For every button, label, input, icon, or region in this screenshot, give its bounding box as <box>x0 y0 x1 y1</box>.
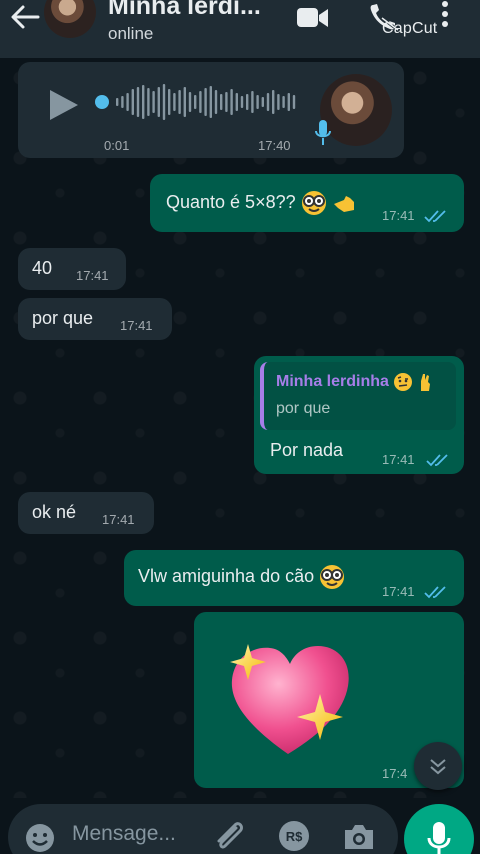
waveform-bar <box>220 94 223 110</box>
waveform-bar <box>136 87 140 117</box>
chat-header: Minha lerdi... online CapCut <box>0 0 480 58</box>
waveform-bar <box>173 93 176 111</box>
message-outgoing[interactable]: Quanto é 5×8?? 17:41 <box>150 174 464 232</box>
waveform-bar <box>131 89 134 115</box>
more-options-icon[interactable] <box>440 0 450 30</box>
read-ticks-icon <box>426 454 448 467</box>
sparkling-heart-sticker[interactable] <box>228 636 358 760</box>
waveform-bar <box>261 97 264 107</box>
message-time: 17:41 <box>120 318 153 333</box>
message-time: 17:41 <box>102 512 135 527</box>
message-time: 17:41 <box>382 584 415 599</box>
contact-name[interactable]: Minha lerdi... <box>108 0 273 21</box>
message-incoming[interactable]: 40 17:41 <box>18 248 126 290</box>
waveform-bar <box>251 91 254 113</box>
voice-message-bubble[interactable]: 0:01 17:40 <box>18 62 404 158</box>
camera-icon[interactable] <box>342 822 376 852</box>
waveform-bar <box>183 87 186 117</box>
attach-icon[interactable] <box>212 818 246 854</box>
waveform-bar <box>168 89 171 115</box>
message-time: 17:4 <box>382 766 408 781</box>
waveform-bar <box>246 94 249 110</box>
message-text: Quanto é 5×8?? <box>166 190 358 216</box>
message-input[interactable]: Mensage... <box>72 822 176 846</box>
waveform-bar <box>199 91 202 113</box>
chat-area[interactable]: 0:01 17:40 Quanto é 5×8?? 17:41 40 17:41… <box>0 58 480 798</box>
waveform-bar <box>209 86 212 118</box>
back-arrow-icon[interactable] <box>8 2 42 32</box>
waveform-bar <box>225 92 228 112</box>
read-ticks-icon <box>424 210 446 223</box>
svg-text:R$: R$ <box>286 829 303 844</box>
waveform-bar <box>256 95 259 109</box>
waveform-bar <box>214 90 218 114</box>
voice-mic-icon <box>315 120 331 145</box>
waveform-bar <box>152 91 155 113</box>
message-time: 17:41 <box>382 208 415 223</box>
record-voice-button[interactable] <box>404 804 474 854</box>
microphone-icon <box>427 822 451 854</box>
waveform-bar <box>230 89 233 115</box>
waveform-bar <box>121 96 124 108</box>
waveform-bar <box>204 88 207 116</box>
quoted-sender-name: Minha lerdinha <box>276 372 432 392</box>
pointing-hand-emoji-icon <box>333 196 354 212</box>
waveform-bar <box>292 95 296 109</box>
message-time: 17:41 <box>382 452 415 467</box>
message-text: Por nada <box>270 440 344 460</box>
waveform-bar <box>266 93 270 111</box>
waveform-bar <box>126 93 129 111</box>
payment-icon[interactable]: R$ <box>278 820 310 852</box>
waveform-bar <box>240 96 244 108</box>
message-outgoing-reply[interactable]: Minha lerdinha por que Por nada 17:41 <box>254 356 464 474</box>
waveform-bar <box>157 87 160 117</box>
contact-status: online <box>108 24 154 43</box>
quoted-message[interactable]: Minha lerdinha por que <box>260 362 456 430</box>
double-chevron-down-icon <box>430 759 446 775</box>
nerd-face-emoji-icon <box>320 565 345 589</box>
waveform-bar <box>116 98 119 106</box>
message-text: 40 <box>32 258 53 278</box>
message-text: ok né <box>32 502 77 522</box>
read-ticks-icon <box>424 586 446 599</box>
message-text: Vlw amiguinha do cão <box>138 564 345 590</box>
message-incoming[interactable]: ok né 17:41 <box>18 492 154 534</box>
voice-waveform[interactable] <box>94 82 300 122</box>
play-icon[interactable] <box>48 88 80 122</box>
waveform-bar <box>147 88 150 116</box>
waveform-bar <box>282 96 285 108</box>
voice-time: 17:40 <box>258 138 291 153</box>
waveform-bar <box>235 93 238 111</box>
playback-position-dot[interactable] <box>95 95 109 109</box>
emoji-icon[interactable] <box>24 822 56 854</box>
scroll-to-bottom-button[interactable] <box>414 742 462 790</box>
message-composer[interactable] <box>8 804 398 854</box>
message-outgoing[interactable]: Vlw amiguinha do cão 17:41 <box>124 550 464 606</box>
waveform-bar <box>277 94 280 110</box>
waveform-bar <box>287 93 290 111</box>
quoted-text: por que <box>276 400 331 417</box>
waveform-bar <box>194 95 197 109</box>
waveform-bar <box>142 85 145 119</box>
waveform-bar <box>162 84 166 120</box>
raised-eyebrow-emoji-icon <box>394 373 413 391</box>
crossed-fingers-emoji-icon <box>420 374 430 391</box>
waveform-bar <box>178 90 181 114</box>
video-call-icon[interactable] <box>296 6 330 30</box>
message-text: por que <box>32 308 94 328</box>
waveform-bar <box>188 92 192 112</box>
message-incoming[interactable]: por que 17:41 <box>18 298 172 340</box>
contact-avatar[interactable] <box>44 0 96 38</box>
nerd-face-emoji-icon <box>301 191 326 215</box>
message-time: 17:41 <box>76 268 109 283</box>
waveform-bar <box>272 90 275 114</box>
voice-duration: 0:01 <box>104 138 130 153</box>
capcut-watermark: CapCut <box>382 20 438 37</box>
